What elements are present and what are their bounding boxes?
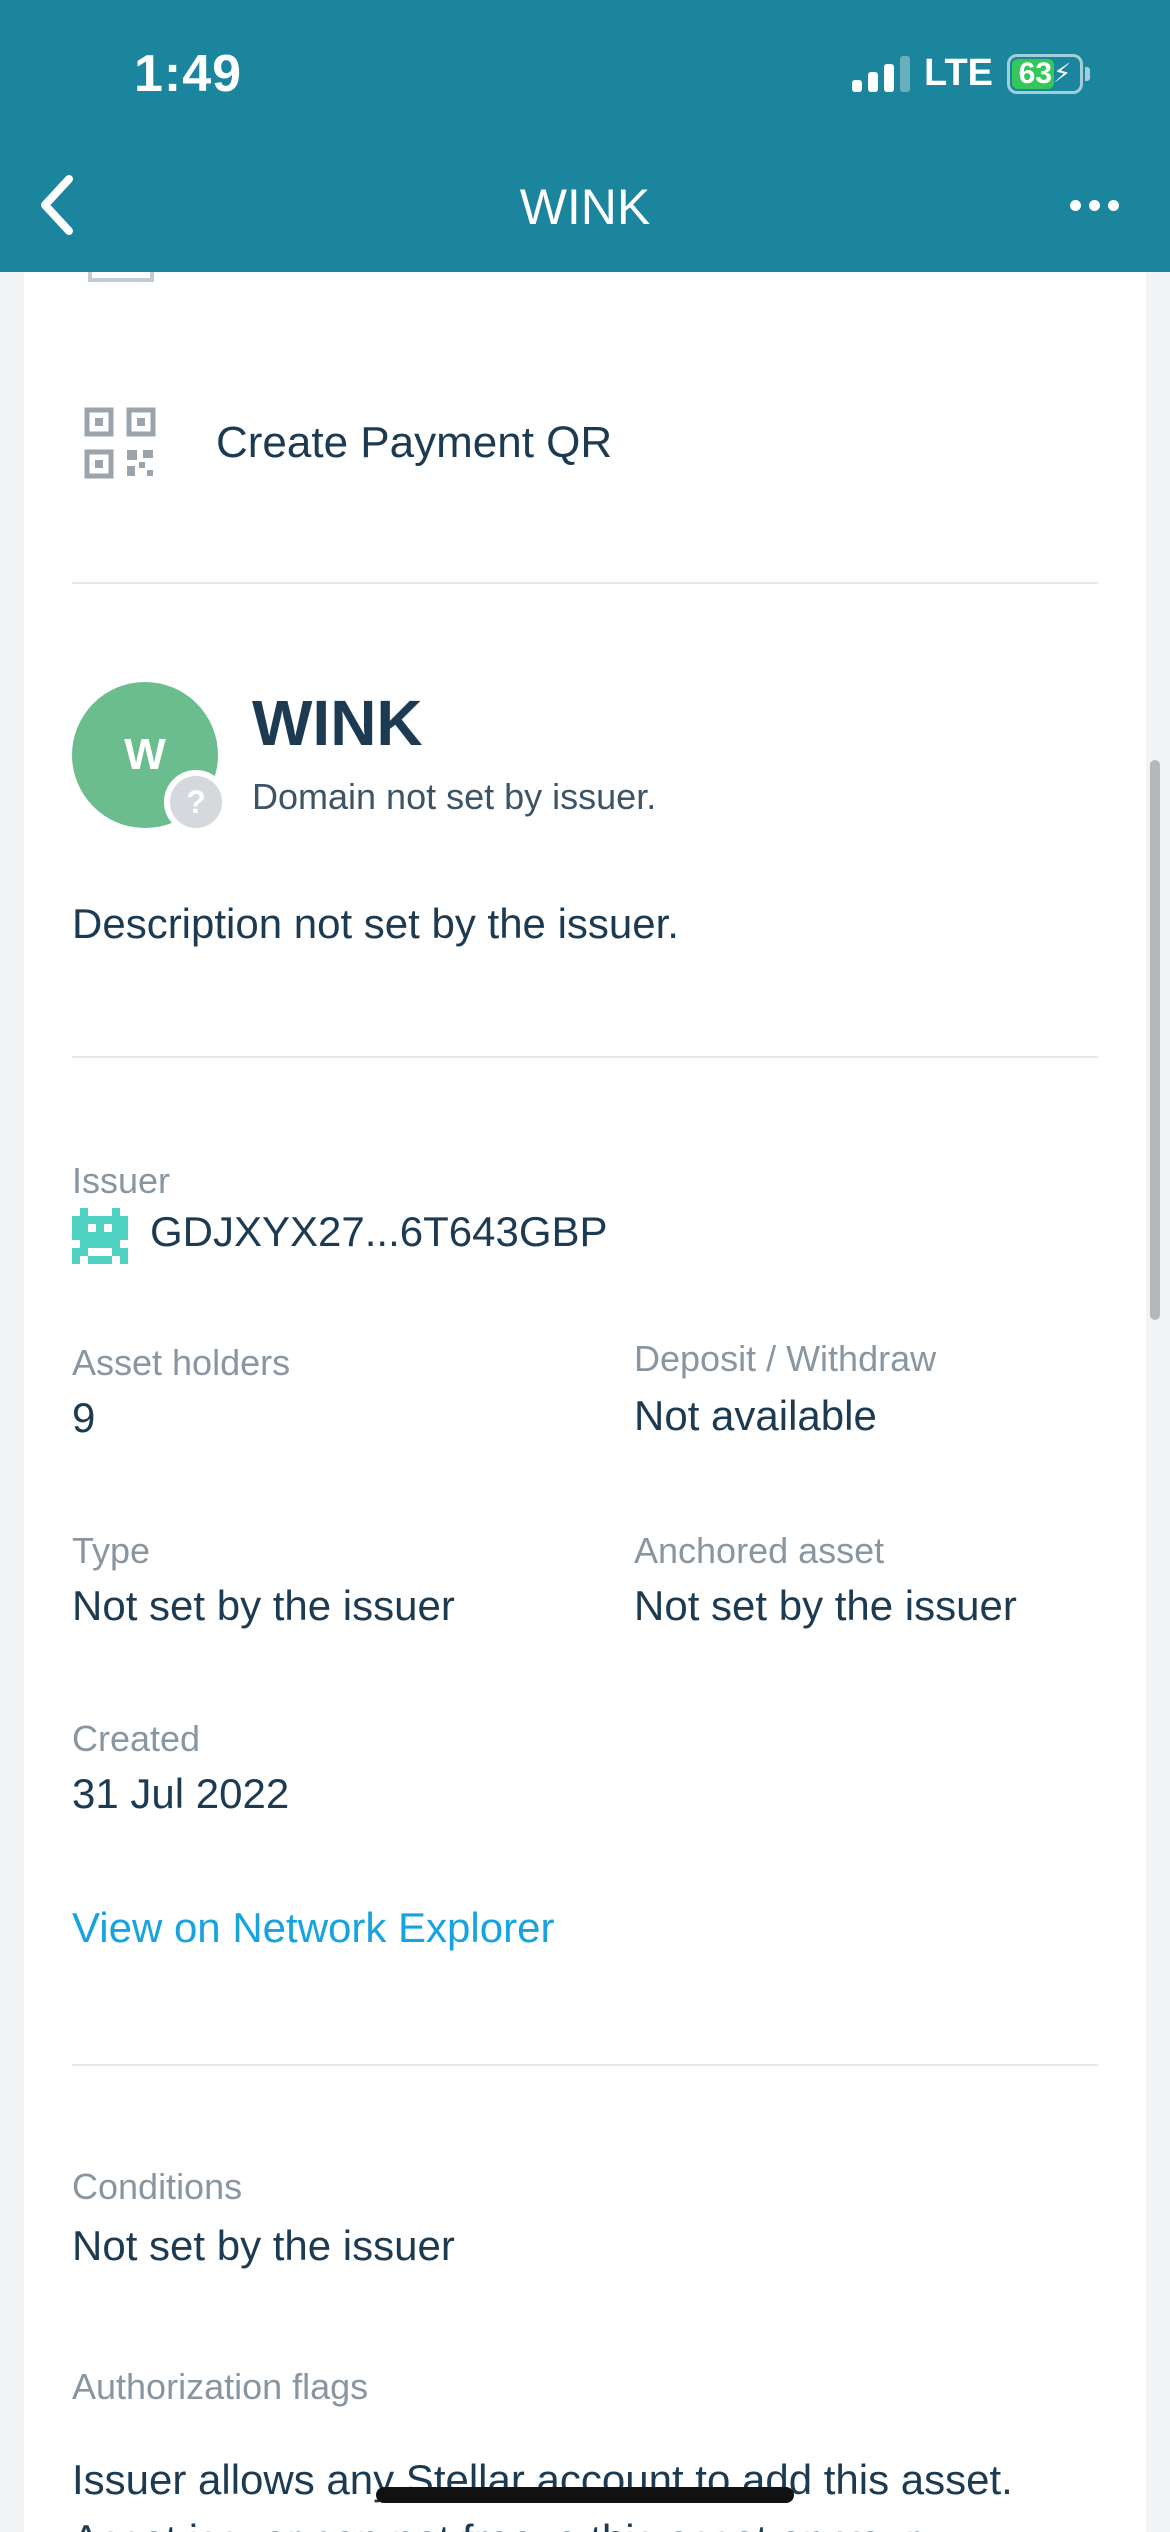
type-label: Type: [72, 1530, 151, 1571]
status-indicators: LTE 63 ⚡: [852, 52, 1090, 95]
create-payment-qr-label: Create Payment QR: [216, 418, 613, 467]
created-label: Created: [72, 1718, 201, 1759]
asset-code: WINK: [252, 687, 423, 759]
unknown-domain-badge: ?: [164, 770, 228, 834]
asset-domain: Domain not set by issuer.: [252, 776, 657, 817]
page-title: WINK: [519, 179, 651, 235]
issuer-address[interactable]: GDJXYX27...6T643GBP: [150, 1208, 608, 1256]
home-indicator: [376, 2487, 794, 2503]
deposit-withdraw-value: Not available: [634, 1392, 877, 1439]
asset-description: Description not set by the issuer.: [72, 900, 679, 947]
conditions-value: Not set by the issuer: [72, 2222, 455, 2269]
conditions-label: Conditions: [72, 2166, 243, 2207]
battery-percent: 63: [1018, 56, 1053, 90]
status-time: 1:49: [134, 45, 243, 103]
clipped-row-icon: [88, 272, 154, 282]
divider: [72, 582, 1098, 584]
asset-details-card: Create Payment QR W ? WINK Domain not se…: [24, 272, 1146, 2532]
authorization-flag-line: Asset issuer can not freeze this asset o…: [72, 2510, 1132, 2532]
type-value: Not set by the issuer: [72, 1582, 455, 1629]
deposit-withdraw-label: Deposit / Withdraw: [634, 1338, 937, 1379]
question-mark-icon: ?: [186, 783, 206, 820]
divider: [72, 2064, 1098, 2066]
scrollbar[interactable]: [1150, 760, 1160, 1320]
top-bar: 1:49 LTE 63 ⚡ WINK: [0, 0, 1170, 272]
view-on-network-explorer-link[interactable]: View on Network Explorer: [72, 1904, 554, 1952]
network-type: LTE: [924, 52, 993, 94]
authorization-flags-label: Authorization flags: [72, 2366, 369, 2407]
qr-code-icon: [84, 407, 156, 479]
anchored-asset-value: Not set by the issuer: [634, 1582, 1017, 1629]
anchored-asset-label: Anchored asset: [634, 1530, 885, 1571]
divider: [72, 1056, 1098, 1058]
asset-holders-value: 9: [72, 1394, 96, 1441]
issuer-label: Issuer: [72, 1160, 171, 1201]
issuer-identicon-icon: [72, 1208, 128, 1264]
created-value: 31 Jul 2022: [72, 1770, 290, 1817]
more-options-button[interactable]: [1054, 180, 1134, 230]
cellular-signal-icon: [852, 55, 911, 92]
more-horizontal-icon: [1069, 199, 1081, 211]
asset-holders-label: Asset holders: [72, 1342, 291, 1383]
battery-icon: 63 ⚡: [1007, 53, 1090, 94]
create-payment-qr-button[interactable]: Create Payment QR: [84, 398, 704, 488]
